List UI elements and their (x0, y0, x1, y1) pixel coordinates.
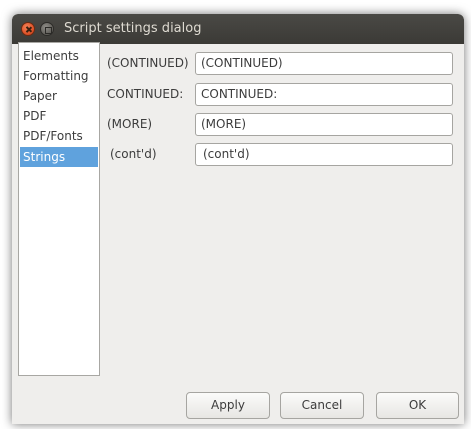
screenshot-backdrop: Script settings dialog Elements Formatti… (0, 0, 471, 429)
more-field[interactable]: (MORE) (195, 113, 453, 136)
sidebar-item-formatting[interactable]: Formatting (20, 66, 98, 86)
apply-button[interactable]: Apply (186, 392, 270, 419)
minimize-icon[interactable] (40, 22, 54, 36)
sidebar-item-pdf[interactable]: PDF (20, 106, 98, 126)
title-bar[interactable]: Script settings dialog (12, 14, 464, 44)
settings-category-list[interactable]: Elements Formatting Paper PDF PDF/Fonts … (18, 42, 100, 376)
continued-field[interactable]: (CONTINUED) (195, 52, 453, 75)
contd-label: (cont'd) (110, 147, 157, 161)
sidebar-item-strings[interactable]: Strings (20, 147, 98, 167)
continued-colon-label: CONTINUED: (107, 87, 184, 101)
sidebar-item-paper[interactable]: Paper (20, 86, 98, 106)
sidebar-item-elements[interactable]: Elements (20, 46, 98, 66)
sidebar-item-pdf-fonts[interactable]: PDF/Fonts (20, 126, 98, 146)
continued-colon-field[interactable]: CONTINUED: (195, 83, 453, 106)
ok-button[interactable]: OK (376, 392, 459, 419)
more-label: (MORE) (107, 117, 153, 131)
close-icon[interactable] (21, 22, 35, 36)
window-title: Script settings dialog (64, 21, 202, 36)
continued-label: (CONTINUED) (107, 56, 189, 70)
script-settings-dialog: Script settings dialog Elements Formatti… (12, 14, 464, 424)
contd-field[interactable]: (cont'd) (195, 143, 453, 166)
cancel-button[interactable]: Cancel (280, 392, 364, 419)
